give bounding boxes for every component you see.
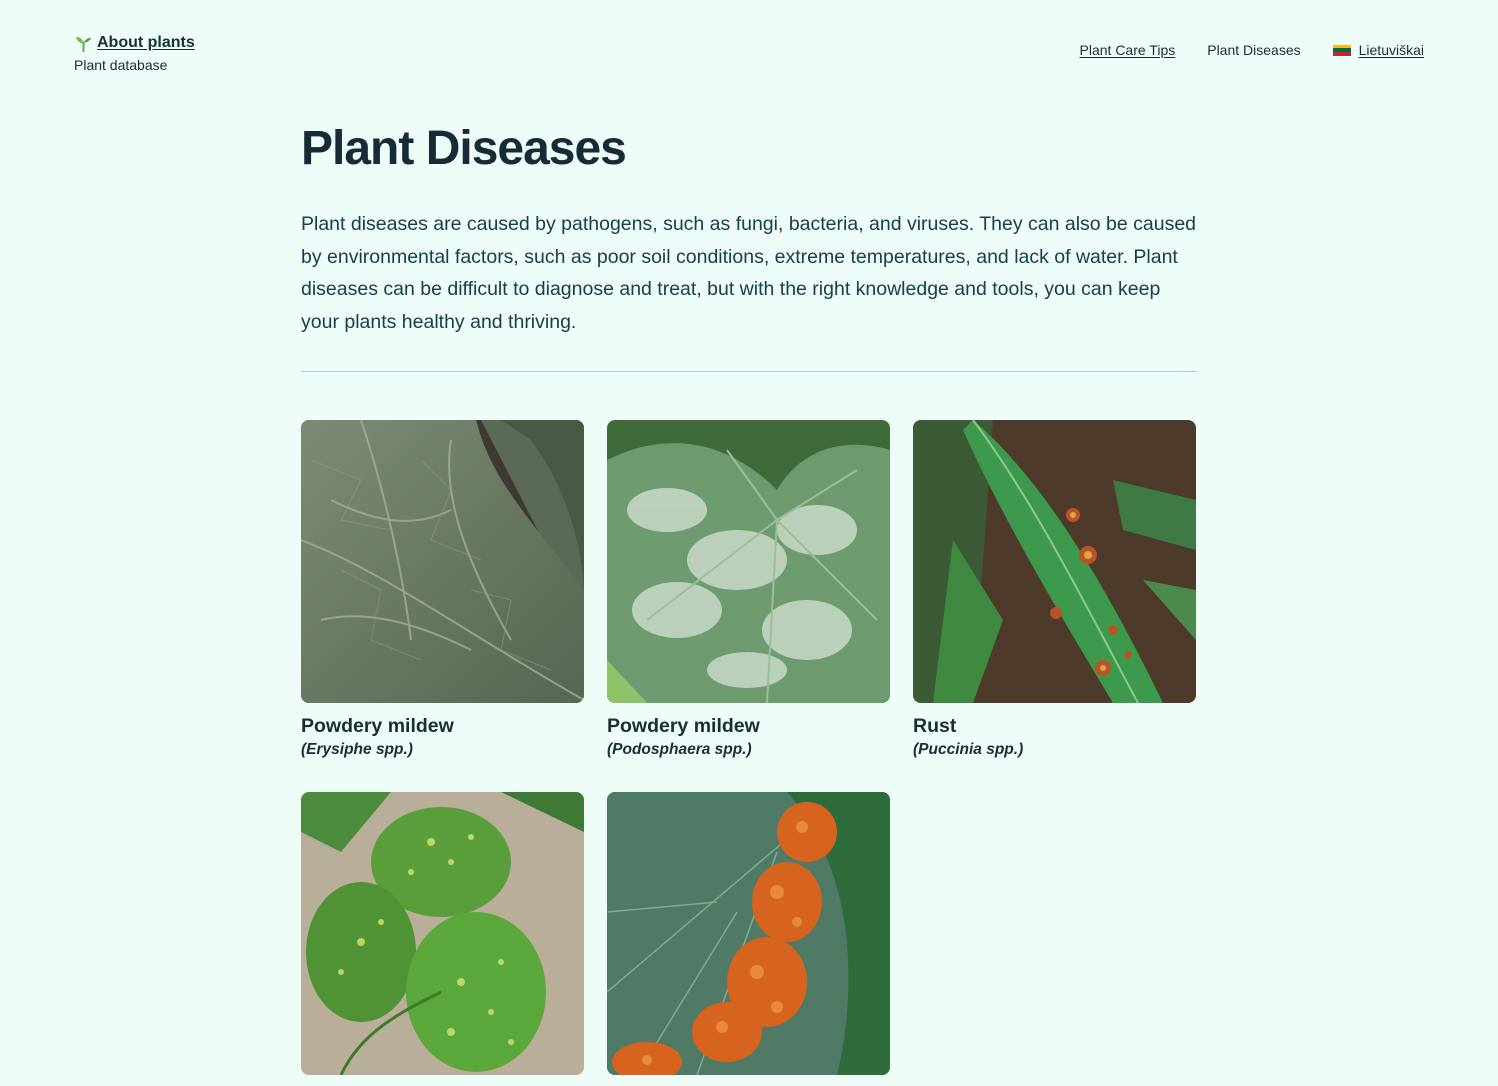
disease-card[interactable] (301, 791, 584, 1086)
disease-grid: Powdery mildew (Erysiphe spp.) Powdery m… (301, 419, 1197, 1086)
disease-image[interactable] (913, 419, 1196, 703)
site-tagline: Plant database (74, 57, 168, 73)
page-title: Plant Diseases (301, 122, 627, 175)
disease-scientific-name: (Podosphaera spp.) (607, 740, 752, 758)
disease-image[interactable] (301, 419, 584, 703)
disease-card[interactable] (607, 791, 890, 1086)
disease-image[interactable] (301, 791, 584, 1075)
language-label: Lietuviškai (1358, 42, 1424, 58)
disease-name[interactable]: Powdery mildew (301, 714, 584, 738)
nav-plant-care-tips[interactable]: Plant Care Tips (1080, 42, 1176, 58)
language-switch[interactable]: Lietuviškai (1332, 42, 1424, 58)
disease-card[interactable]: Powdery mildew (Erysiphe spp.) (301, 419, 584, 759)
disease-image[interactable] (607, 791, 890, 1075)
disease-card[interactable]: Powdery mildew (Podosphaera spp.) (607, 419, 890, 759)
brand: About plants (74, 33, 195, 53)
disease-name[interactable]: Rust (913, 714, 1196, 738)
disease-image[interactable] (607, 419, 890, 703)
main-nav: Plant Care Tips Plant Diseases Lietuvišk… (1080, 42, 1424, 58)
divider (301, 370, 1197, 372)
disease-scientific-name: (Puccinia spp.) (913, 740, 1024, 758)
sprout-icon (74, 34, 93, 53)
disease-name[interactable]: Powdery mildew (607, 714, 890, 738)
disease-card[interactable]: Rust (Puccinia spp.) (913, 419, 1196, 759)
nav-plant-diseases[interactable]: Plant Diseases (1207, 42, 1300, 58)
site-header: About plants Plant database (74, 33, 195, 73)
lithuania-flag-icon (1332, 44, 1351, 56)
main-content: Plant Diseases Plant diseases are caused… (301, 118, 1197, 1086)
intro-paragraph: Plant diseases are caused by pathogens, … (301, 213, 1197, 334)
site-name-link[interactable]: About plants (97, 34, 195, 52)
disease-scientific-name: (Erysiphe spp.) (301, 740, 413, 758)
